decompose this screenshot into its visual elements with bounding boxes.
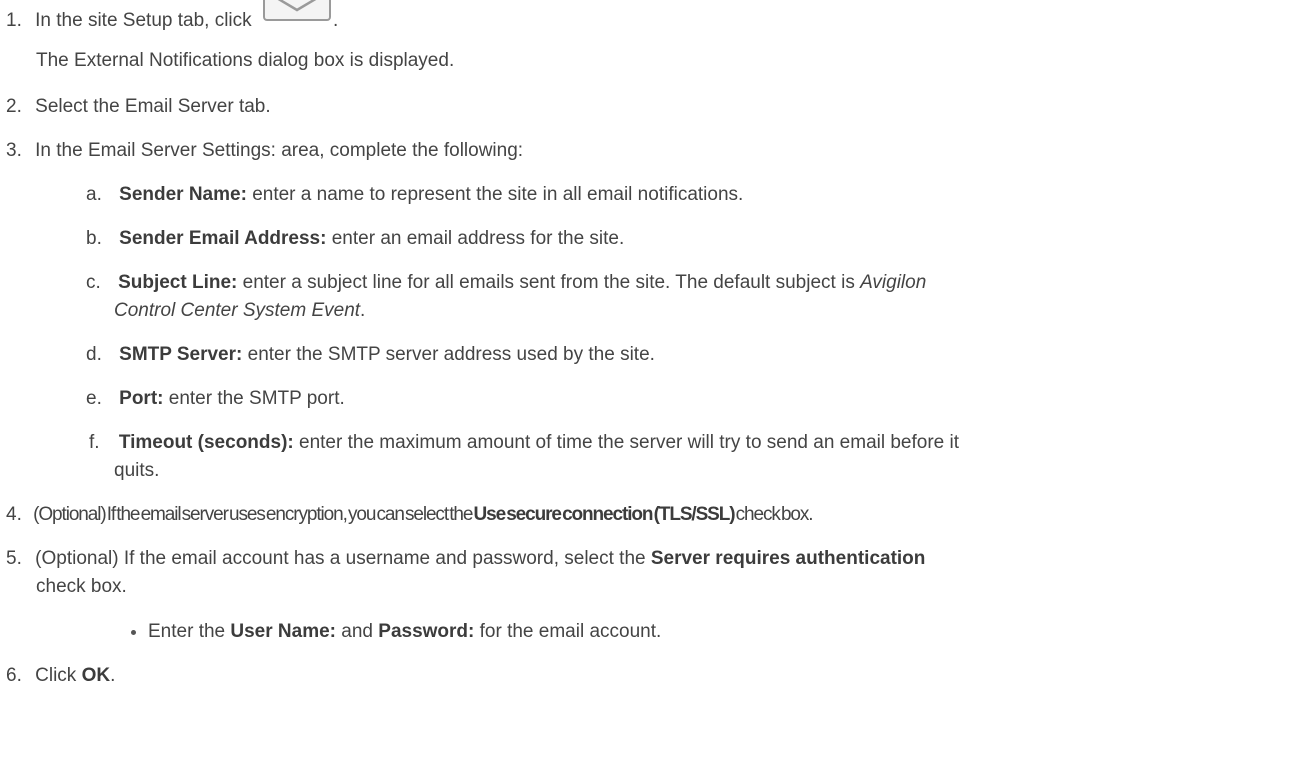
- procedure-document: 1. In the site Setup tab, click . The Ex…: [0, 0, 1291, 759]
- option-name: Use secure connection (TLS/SSL): [473, 504, 735, 525]
- step-4: 4. (Optional) If the email server uses e…: [6, 503, 814, 527]
- sub-step-f-cont: quits.: [114, 460, 160, 481]
- sub-text: enter a name to represent the site in al…: [246, 184, 744, 205]
- bullet-text-mid: and: [336, 621, 379, 642]
- sub-step-c: c. Subject Line: enter a subject line fo…: [86, 271, 926, 295]
- step-number: 1.: [6, 10, 22, 31]
- step-text: In the site Setup tab, click: [35, 10, 252, 31]
- field-label: Sender Name:: [119, 184, 247, 205]
- bullet-text-pre: Enter the: [148, 621, 231, 642]
- field-label: Subject Line:: [118, 272, 238, 293]
- step-number: 6.: [6, 665, 22, 686]
- field-label: Sender Email Address:: [119, 228, 327, 249]
- step-text-pre: (Optional) If the email account has a us…: [35, 548, 651, 569]
- sub-step-b: b. Sender Email Address: enter an email …: [86, 227, 624, 251]
- field-label: SMTP Server:: [119, 344, 243, 365]
- step-text-post: .: [110, 665, 116, 686]
- step-text: Select the Email Server tab.: [35, 96, 271, 117]
- step-number: 2.: [6, 96, 22, 117]
- step-3: 3. In the Email Server Settings: area, c…: [6, 139, 523, 163]
- step-text-pre: (Optional) If the email server uses encr…: [33, 504, 474, 525]
- step-text: In the Email Server Settings: area, comp…: [35, 140, 524, 161]
- bullet-item: Enter the User Name: and Password: for t…: [148, 620, 661, 644]
- step-1: 1. In the site Setup tab, click .: [6, 0, 339, 33]
- step-5-cont: check box.: [36, 576, 127, 597]
- default-subject: Avigilon: [860, 272, 927, 293]
- default-subject-cont: Control Center System Event: [114, 300, 361, 321]
- step-5: 5. (Optional) If the email account has a…: [6, 547, 925, 571]
- step-number: 3.: [6, 140, 22, 161]
- step-2: 2. Select the Email Server tab.: [6, 95, 271, 119]
- sub-text: enter the maximum amount of time the ser…: [293, 432, 960, 453]
- sub-letter: d.: [86, 344, 102, 365]
- sub-text-end: .: [360, 300, 366, 321]
- field-label-password: Password:: [378, 621, 475, 642]
- ok-label: OK: [81, 665, 111, 686]
- sub-step-f: f. Timeout (seconds): enter the maximum …: [89, 431, 959, 455]
- sub-text: enter the SMTP server address used by th…: [242, 344, 655, 365]
- option-name: Server requires authentication: [650, 548, 926, 569]
- field-label-username: User Name:: [230, 621, 336, 642]
- bullet-dot: [131, 630, 136, 635]
- envelope-icon: [261, 0, 333, 22]
- step-text: (Optional) If the email account has a us…: [35, 548, 925, 569]
- step-text: (Optional) If the email server uses encr…: [33, 504, 814, 525]
- sub-text: enter the SMTP port.: [163, 388, 345, 409]
- sub-step-e: e. Port: enter the SMTP port.: [86, 387, 345, 411]
- sub-letter: b.: [86, 228, 102, 249]
- step-text-post: check box.: [734, 504, 814, 525]
- sub-letter: e.: [86, 388, 102, 409]
- step-number: 5.: [6, 548, 22, 569]
- step-text: Click OK.: [35, 665, 115, 686]
- sub-letter: c.: [86, 272, 101, 293]
- step-number: 4.: [6, 504, 22, 525]
- field-label: Timeout (seconds):: [118, 432, 294, 453]
- sub-step-c-cont: Control Center System Event.: [114, 299, 365, 323]
- step-text-end: .: [332, 10, 339, 31]
- step-6: 6. Click OK.: [6, 664, 115, 688]
- sub-text: enter an email address for the site.: [326, 228, 625, 249]
- sub-letter: f.: [89, 432, 100, 453]
- sub-text: enter a subject line for all emails sent…: [237, 272, 861, 293]
- step-1-result: The External Notifications dialog box is…: [36, 50, 455, 71]
- sub-letter: a.: [86, 184, 102, 205]
- step-text-pre: Click: [35, 665, 82, 686]
- sub-step-d: d. SMTP Server: enter the SMTP server ad…: [86, 343, 655, 367]
- bullet-text-post: for the email account.: [474, 621, 662, 642]
- sub-step-a: a. Sender Name: enter a name to represen…: [86, 183, 743, 207]
- field-label: Port:: [119, 388, 164, 409]
